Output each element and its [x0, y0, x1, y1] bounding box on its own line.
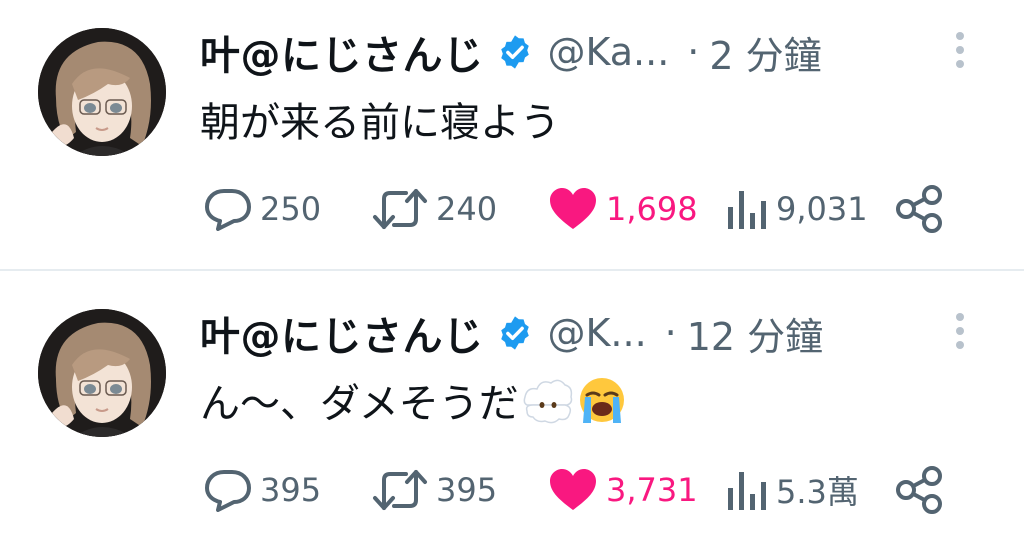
- views-bar-chart-icon: [728, 472, 766, 510]
- heart-filled-icon: [550, 188, 596, 229]
- share-icon: [896, 185, 942, 233]
- view-count: 5.3萬: [776, 473, 859, 511]
- tweet[interactable]: 叶@にじさんじ @Ka... · 2 分鐘 朝が来る前に寝よう 250 240 …: [0, 0, 1024, 270]
- reply-icon: [205, 470, 251, 512]
- retweet-button[interactable]: 395: [372, 465, 497, 515]
- view-count: 9,031: [776, 190, 868, 228]
- action-bar: 250 240 1,698 9,031: [200, 184, 960, 234]
- verified-badge-icon: [496, 33, 534, 71]
- loudly-crying-face-emoji: [577, 375, 627, 425]
- like-button[interactable]: 1,698: [548, 184, 698, 234]
- more-options-icon[interactable]: [950, 311, 970, 355]
- retweet-count: 395: [436, 471, 498, 509]
- action-bar: 395 395 3,731 5.3萬: [200, 465, 960, 515]
- reply-count: 250: [260, 190, 322, 228]
- verified-badge-icon: [496, 314, 534, 352]
- reply-button[interactable]: 395: [204, 465, 321, 515]
- user-handle[interactable]: @K...: [548, 311, 647, 355]
- separator-dot: ·: [664, 311, 677, 355]
- retweet-icon: [373, 470, 427, 510]
- reply-icon: [205, 189, 251, 231]
- avatar[interactable]: [38, 309, 166, 437]
- retweet-count: 240: [436, 190, 498, 228]
- user-handle[interactable]: @Ka...: [548, 30, 670, 74]
- share-button[interactable]: [894, 465, 944, 515]
- tweet-header: 叶@にじさんじ @Ka... · 2 分鐘: [200, 24, 822, 80]
- display-name[interactable]: 叶@にじさんじ: [200, 304, 484, 362]
- timestamp[interactable]: 2 分鐘: [709, 25, 821, 80]
- separator-dot: ·: [687, 30, 700, 74]
- heart-filled-icon: [550, 469, 596, 510]
- tweet[interactable]: 叶@にじさんじ @K... · 12 分鐘 ん～、ダメそうだ 395 395 3…: [0, 271, 1024, 541]
- views-button[interactable]: 9,031: [726, 184, 868, 234]
- reply-button[interactable]: 250: [204, 184, 321, 234]
- reply-count: 395: [260, 471, 322, 509]
- tweet-header: 叶@にじさんじ @K... · 12 分鐘: [200, 305, 823, 361]
- display-name[interactable]: 叶@にじさんじ: [200, 23, 484, 81]
- face-in-clouds-emoji: [523, 375, 573, 425]
- tweet-text: ん～、ダメそうだ: [200, 371, 627, 429]
- like-count: 3,731: [606, 471, 698, 509]
- like-count: 1,698: [606, 190, 698, 228]
- timestamp[interactable]: 12 分鐘: [687, 306, 823, 361]
- share-button[interactable]: [894, 184, 944, 234]
- retweet-button[interactable]: 240: [372, 184, 497, 234]
- like-button[interactable]: 3,731: [548, 465, 698, 515]
- tweet-text-content: 朝が来る前に寝よう: [200, 100, 560, 146]
- share-icon: [896, 466, 942, 514]
- views-bar-chart-icon: [728, 191, 766, 229]
- tweet-text: 朝が来る前に寝よう: [200, 90, 560, 148]
- views-button[interactable]: 5.3萬: [726, 465, 859, 515]
- more-options-icon[interactable]: [950, 30, 970, 74]
- tweet-text-content: ん～、ダメそうだ: [200, 381, 519, 427]
- avatar[interactable]: [38, 28, 166, 156]
- retweet-icon: [373, 189, 427, 229]
